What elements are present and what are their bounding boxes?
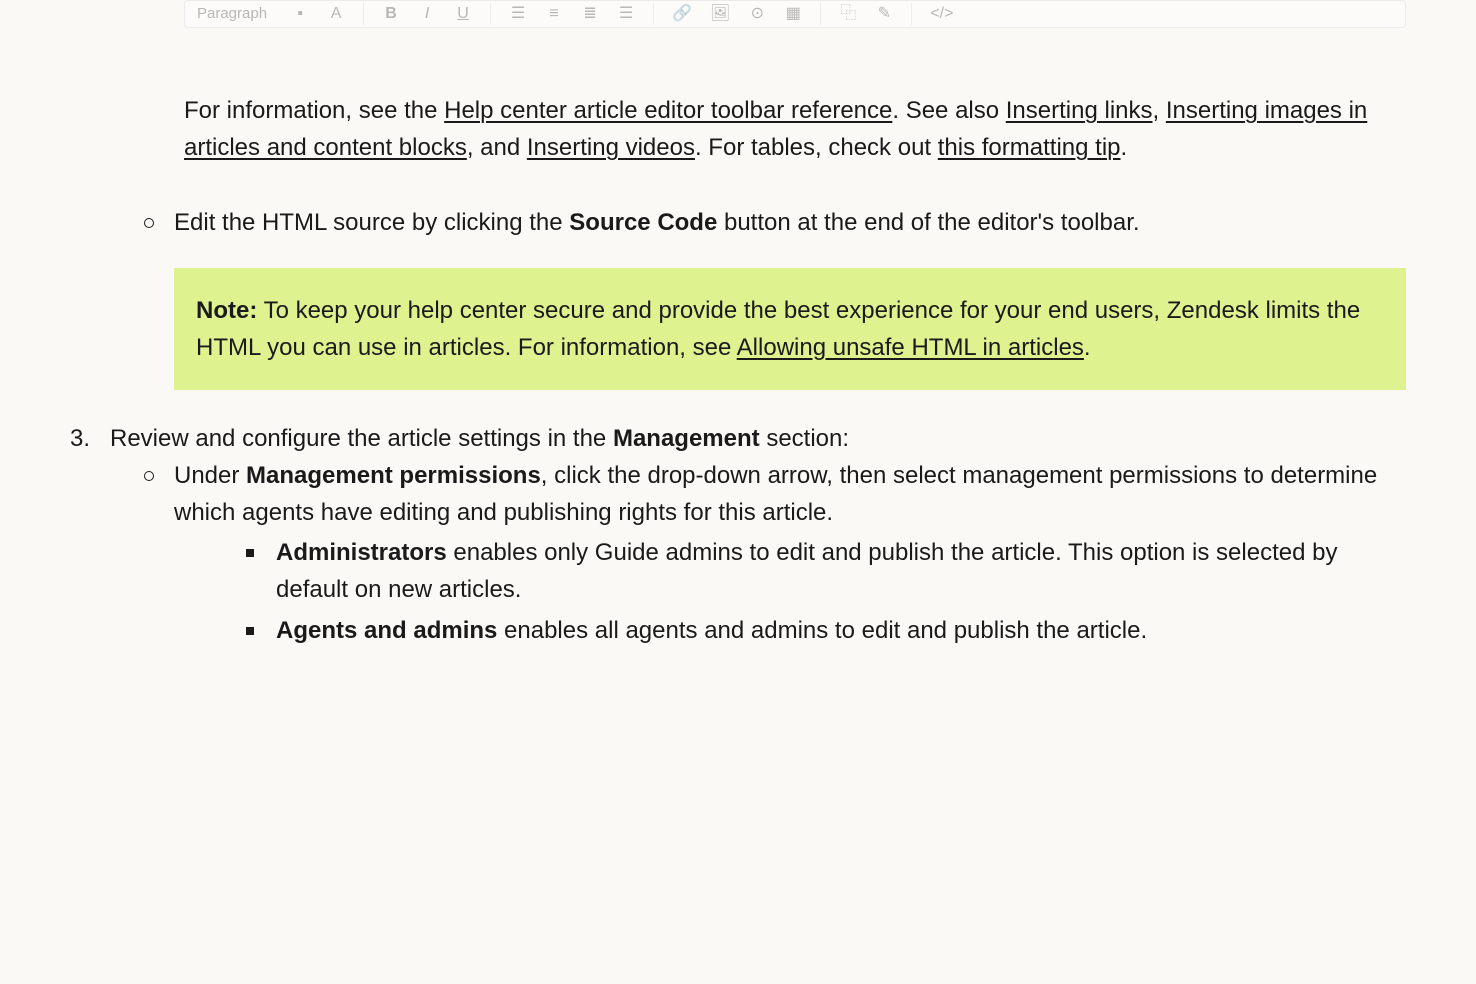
- bullet-source-text: Edit the HTML source by clicking the Sou…: [174, 204, 1406, 241]
- underline-icon[interactable]: U: [454, 2, 472, 27]
- bold-icon[interactable]: B: [382, 2, 400, 27]
- step-number-3: 3.: [70, 420, 90, 457]
- unordered-list-icon[interactable]: ≣: [581, 2, 599, 27]
- color-square-icon[interactable]: ▪: [291, 2, 309, 27]
- bullet-source-code: Edit the HTML source by clicking the Sou…: [144, 204, 1406, 390]
- video-icon[interactable]: ⊙: [748, 2, 766, 27]
- font-color-icon[interactable]: A: [327, 2, 345, 27]
- link-allowing-unsafe-html[interactable]: Allowing unsafe HTML in articles: [737, 334, 1084, 361]
- reference-paragraph: For information, see the Help center art…: [184, 92, 1406, 166]
- ordered-steps: 3. Review and configure the article sett…: [70, 420, 1406, 649]
- paragraph-style-dropdown[interactable]: Paragraph: [197, 2, 267, 25]
- link-inserting-links[interactable]: Inserting links: [1006, 97, 1153, 124]
- link-inserting-videos[interactable]: Inserting videos: [527, 134, 695, 161]
- ordered-list-icon[interactable]: ≡: [545, 2, 563, 27]
- copy-icon[interactable]: ⿻: [839, 2, 857, 27]
- sub-bullet-list: Edit the HTML source by clicking the Sou…: [144, 204, 1406, 390]
- bullet-management-permissions: Under Management permissions, click the …: [144, 457, 1406, 649]
- source-code-icon[interactable]: </>: [930, 2, 953, 27]
- note-label: Note:: [196, 297, 257, 324]
- step-3-sublist: Under Management permissions, click the …: [144, 457, 1406, 649]
- link-icon[interactable]: 🔗: [672, 2, 692, 27]
- table-icon[interactable]: ▦: [784, 2, 802, 27]
- permissions-options-list: Administrators enables only Guide admins…: [246, 534, 1406, 650]
- image-icon[interactable]: 🖼: [710, 2, 730, 27]
- link-toolbar-reference[interactable]: Help center article editor toolbar refer…: [444, 97, 892, 124]
- align-icon[interactable]: ☰: [509, 2, 527, 27]
- edit-icon[interactable]: ✎: [875, 2, 893, 27]
- note-callout: Note: To keep your help center secure an…: [174, 268, 1406, 390]
- link-formatting-tip[interactable]: this formatting tip: [938, 134, 1121, 161]
- option-agents-and-admins: Agents and admins enables all agents and…: [246, 612, 1406, 649]
- editor-toolbar: Paragraph ▪ A B I U ☰ ≡ ≣ ☰ 🔗 🖼 ⊙ ▦ ⿻ ✎ …: [184, 0, 1406, 28]
- step-3-text: Review and configure the article setting…: [110, 420, 1406, 457]
- step-3: 3. Review and configure the article sett…: [70, 420, 1406, 649]
- option-administrators: Administrators enables only Guide admins…: [246, 534, 1406, 608]
- indent-icon[interactable]: ☰: [617, 2, 635, 27]
- italic-icon[interactable]: I: [418, 2, 436, 27]
